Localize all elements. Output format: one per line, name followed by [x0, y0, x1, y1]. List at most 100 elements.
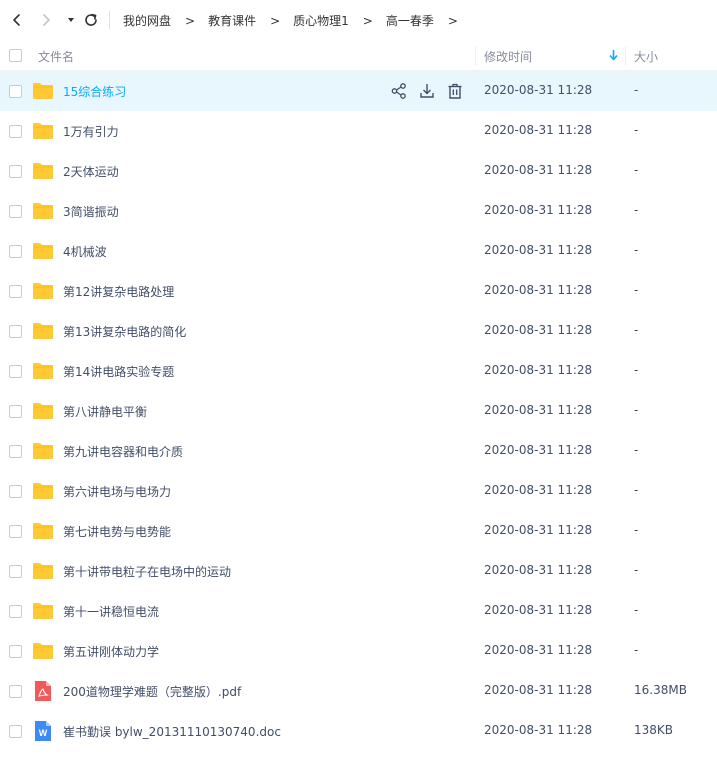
breadcrumb-item[interactable]: 质心物理1: [293, 12, 349, 29]
row-checkbox[interactable]: [9, 205, 22, 218]
file-modified-time: 2020-08-31 11:28: [484, 323, 593, 337]
row-checkbox[interactable]: [9, 325, 22, 338]
toolbar: 我的网盘 > 教育课件 > 质心物理1 > 高一春季 >: [0, 0, 717, 40]
row-checkbox[interactable]: [9, 565, 22, 578]
row-checkbox[interactable]: [9, 725, 22, 738]
folder-icon: [32, 520, 54, 542]
file-size: -: [634, 83, 639, 97]
file-modified-time: 2020-08-31 11:28: [484, 563, 593, 577]
file-size: -: [634, 123, 639, 137]
file-size: -: [634, 163, 639, 177]
file-modified-time: 2020-08-31 11:28: [484, 483, 593, 497]
file-row[interactable]: 第十讲带电粒子在电场中的运动 2020-08-31 11:28 -: [0, 551, 717, 591]
sort-down-arrow-icon[interactable]: [609, 50, 618, 64]
delete-icon[interactable]: [446, 82, 464, 100]
row-checkbox[interactable]: [9, 525, 22, 538]
file-size: 138KB: [634, 723, 674, 737]
file-row[interactable]: 第12讲复杂电路处理 2020-08-31 11:28 -: [0, 271, 717, 311]
breadcrumb-item[interactable]: 我的网盘: [123, 12, 171, 29]
file-name[interactable]: 第十讲带电粒子在电场中的运动: [63, 563, 231, 580]
caret-down-icon[interactable]: [64, 9, 78, 31]
folder-icon: [32, 360, 54, 382]
column-header-modified[interactable]: 修改时间: [484, 48, 532, 65]
column-header-name[interactable]: 文件名: [38, 48, 74, 65]
column-divider: [625, 46, 626, 66]
file-size: -: [634, 323, 639, 337]
row-checkbox[interactable]: [9, 645, 22, 658]
row-checkbox[interactable]: [9, 285, 22, 298]
file-modified-time: 2020-08-31 11:28: [484, 683, 593, 697]
file-row[interactable]: 15综合练习 2020-08-31 11:28 -: [0, 71, 717, 111]
file-list: 15综合练习 2020-08-31 11:28 - 1万有引力 2020-08-31 1…: [0, 71, 717, 751]
file-name[interactable]: 第13讲复杂电路的简化: [63, 323, 186, 340]
folder-icon: [32, 120, 54, 142]
row-checkbox[interactable]: [9, 445, 22, 458]
refresh-icon[interactable]: [80, 9, 102, 31]
file-row[interactable]: 第十一讲稳恒电流 2020-08-31 11:28 -: [0, 591, 717, 631]
row-checkbox[interactable]: [9, 85, 22, 98]
file-row[interactable]: 第13讲复杂电路的简化 2020-08-31 11:28 -: [0, 311, 717, 351]
file-name[interactable]: 第八讲静电平衡: [63, 403, 147, 420]
file-modified-time: 2020-08-31 11:28: [484, 723, 593, 737]
svg-text:W: W: [39, 728, 48, 738]
file-row[interactable]: 第五讲刚体动力学 2020-08-31 11:28 -: [0, 631, 717, 671]
share-icon[interactable]: [390, 82, 408, 100]
file-row[interactable]: W 崔书勤误 bylw_20131110130740.doc 2020-08-31 …: [0, 711, 717, 751]
file-name[interactable]: 15综合练习: [63, 83, 126, 100]
file-name[interactable]: 第五讲刚体动力学: [63, 643, 159, 660]
file-row[interactable]: 3简谐振动 2020-08-31 11:28 -: [0, 191, 717, 231]
folder-icon: [32, 440, 54, 462]
row-checkbox[interactable]: [9, 365, 22, 378]
file-row[interactable]: 第七讲电势与电势能 2020-08-31 11:28 -: [0, 511, 717, 551]
file-name[interactable]: 崔书勤误 bylw_20131110130740.doc: [63, 723, 281, 740]
file-row[interactable]: 第六讲电场与电场力 2020-08-31 11:28 -: [0, 471, 717, 511]
file-row[interactable]: 第八讲静电平衡 2020-08-31 11:28 -: [0, 391, 717, 431]
file-name[interactable]: 1万有引力: [63, 123, 119, 140]
column-header-size[interactable]: 大小: [634, 48, 658, 65]
breadcrumb-item[interactable]: 高一春季: [386, 12, 434, 29]
row-checkbox[interactable]: [9, 405, 22, 418]
file-name[interactable]: 4机械波: [63, 243, 107, 260]
file-name[interactable]: 第14讲电路实验专题: [63, 363, 174, 380]
folder-icon: [32, 80, 54, 102]
file-name[interactable]: 第九讲电容器和电介质: [63, 443, 183, 460]
breadcrumb-item[interactable]: 教育课件: [208, 12, 256, 29]
row-actions: [390, 82, 464, 100]
chevron-left-icon[interactable]: [6, 9, 28, 31]
file-name[interactable]: 第十一讲稳恒电流: [63, 603, 159, 620]
file-size: -: [634, 403, 639, 417]
row-checkbox[interactable]: [9, 605, 22, 618]
file-name[interactable]: 第六讲电场与电场力: [63, 483, 171, 500]
file-modified-time: 2020-08-31 11:28: [484, 403, 593, 417]
select-all-checkbox[interactable]: [9, 49, 22, 62]
file-modified-time: 2020-08-31 11:28: [484, 163, 593, 177]
file-row[interactable]: 1万有引力 2020-08-31 11:28 -: [0, 111, 717, 151]
row-checkbox[interactable]: [9, 485, 22, 498]
pdf-file-icon: [32, 680, 54, 702]
file-name[interactable]: 3简谐振动: [63, 203, 119, 220]
file-name[interactable]: 第七讲电势与电势能: [63, 523, 171, 540]
folder-icon: [32, 240, 54, 262]
file-size: -: [634, 443, 639, 457]
file-name[interactable]: 第12讲复杂电路处理: [63, 283, 174, 300]
breadcrumb-separator: >: [447, 13, 458, 28]
file-row[interactable]: 第九讲电容器和电介质 2020-08-31 11:28 -: [0, 431, 717, 471]
file-modified-time: 2020-08-31 11:28: [484, 643, 593, 657]
file-size: -: [634, 563, 639, 577]
download-icon[interactable]: [418, 82, 436, 100]
row-checkbox[interactable]: [9, 245, 22, 258]
file-row[interactable]: 200道物理学难题（完整版）.pdf 2020-08-31 11:28 16.38M…: [0, 671, 717, 711]
file-name[interactable]: 200道物理学难题（完整版）.pdf: [63, 683, 241, 700]
row-checkbox[interactable]: [9, 685, 22, 698]
file-name[interactable]: 2天体运动: [63, 163, 119, 180]
row-checkbox[interactable]: [9, 165, 22, 178]
folder-icon: [32, 480, 54, 502]
row-checkbox[interactable]: [9, 125, 22, 138]
file-row[interactable]: 第14讲电路实验专题 2020-08-31 11:28 -: [0, 351, 717, 391]
file-row[interactable]: 2天体运动 2020-08-31 11:28 -: [0, 151, 717, 191]
file-row[interactable]: 4机械波 2020-08-31 11:28 -: [0, 231, 717, 271]
chevron-right-icon[interactable]: [35, 9, 57, 31]
word-doc-icon: W: [32, 720, 54, 742]
folder-icon: [32, 160, 54, 182]
file-modified-time: 2020-08-31 11:28: [484, 363, 593, 377]
